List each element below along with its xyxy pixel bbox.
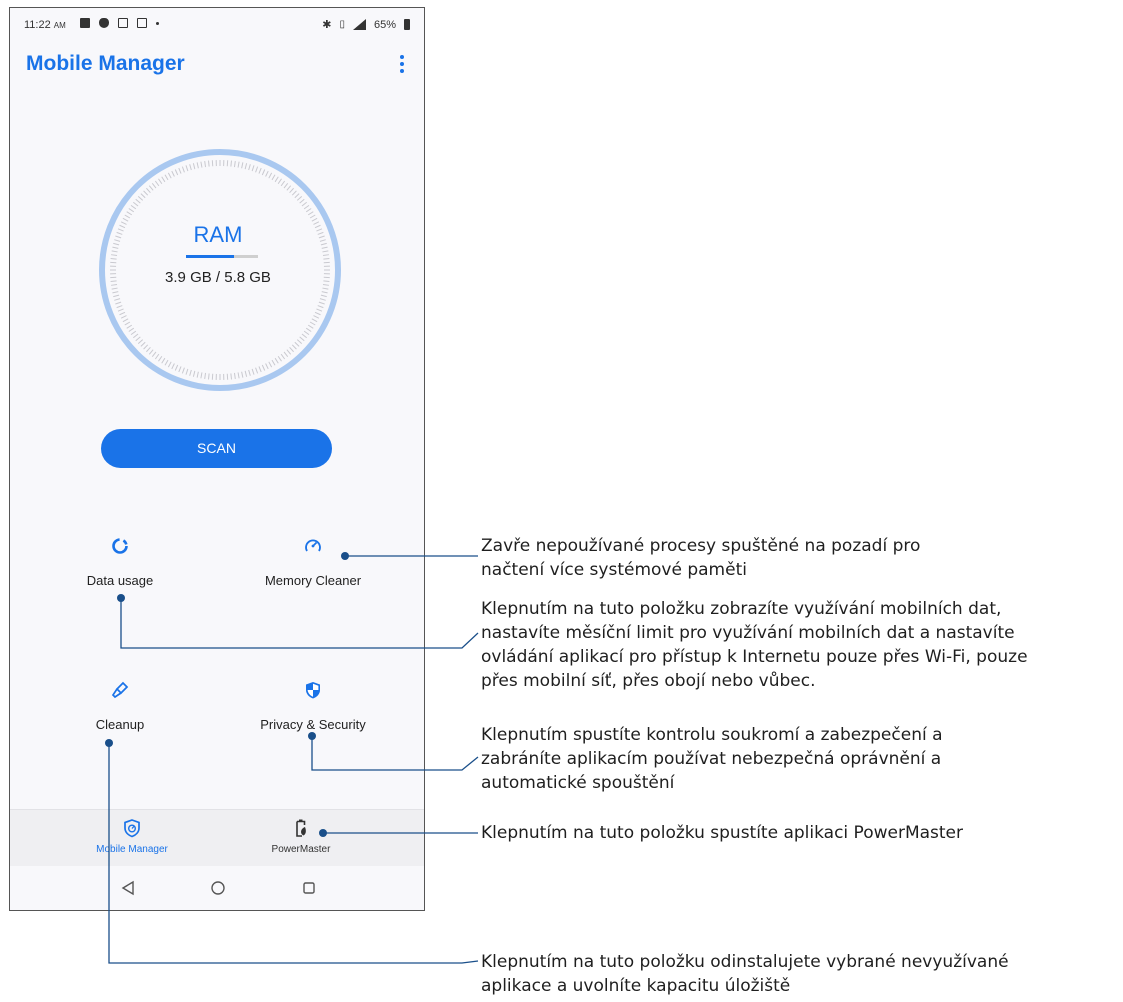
callout-line: Zavře nepoužívané procesy spuštěné na po… xyxy=(481,536,921,556)
callout-lines xyxy=(105,552,479,964)
callout-privacy: Klepnutím spustíte kontrolu soukromí a z… xyxy=(481,723,943,795)
callout-line: načtení více systémové paměti xyxy=(481,560,747,580)
callout-line-privacy xyxy=(311,736,479,771)
callout-dot-data-usage xyxy=(117,594,125,602)
callout-powermaster: Klepnutím na tuto položku spustíte aplik… xyxy=(481,821,963,845)
callout-line: nastavíte měsíční limit pro využívání mo… xyxy=(481,623,1015,643)
callout-line: ovládání aplikací pro přístup k Internet… xyxy=(481,647,1028,667)
callout-line: Klepnutím na tuto položku odinstalujete … xyxy=(481,952,1009,972)
callout-line-cleanup xyxy=(108,743,479,964)
callout-dot-cleanup xyxy=(105,739,113,747)
callout-dot-powermaster xyxy=(319,829,327,837)
callout-dot-memory-cleaner xyxy=(341,552,349,560)
callout-line: přes mobilní síť, přes obojí nebo vůbec. xyxy=(481,671,816,691)
callout-cleanup: Klepnutím na tuto položku odinstalujete … xyxy=(481,950,1009,998)
callout-line-data-usage xyxy=(120,598,479,649)
callout-line: Klepnutím na tuto položku spustíte aplik… xyxy=(481,823,964,843)
callout-line: aplikace a uvolníte kapacitu úložiště xyxy=(481,976,791,996)
callout-data-usage: Klepnutím na tuto položku zobrazíte využ… xyxy=(481,597,1028,693)
callout-line: zabráníte aplikacím používat nebezpečná … xyxy=(481,749,942,769)
callout-line: Klepnutím na tuto položku zobrazíte využ… xyxy=(481,599,1002,619)
callout-line: automatické spouštění xyxy=(481,773,675,793)
callout-dot-privacy xyxy=(308,732,316,740)
callout-line: Klepnutím spustíte kontrolu soukromí a z… xyxy=(481,725,943,745)
callout-memory-cleaner: Zavře nepoužívané procesy spuštěné na po… xyxy=(481,534,920,582)
